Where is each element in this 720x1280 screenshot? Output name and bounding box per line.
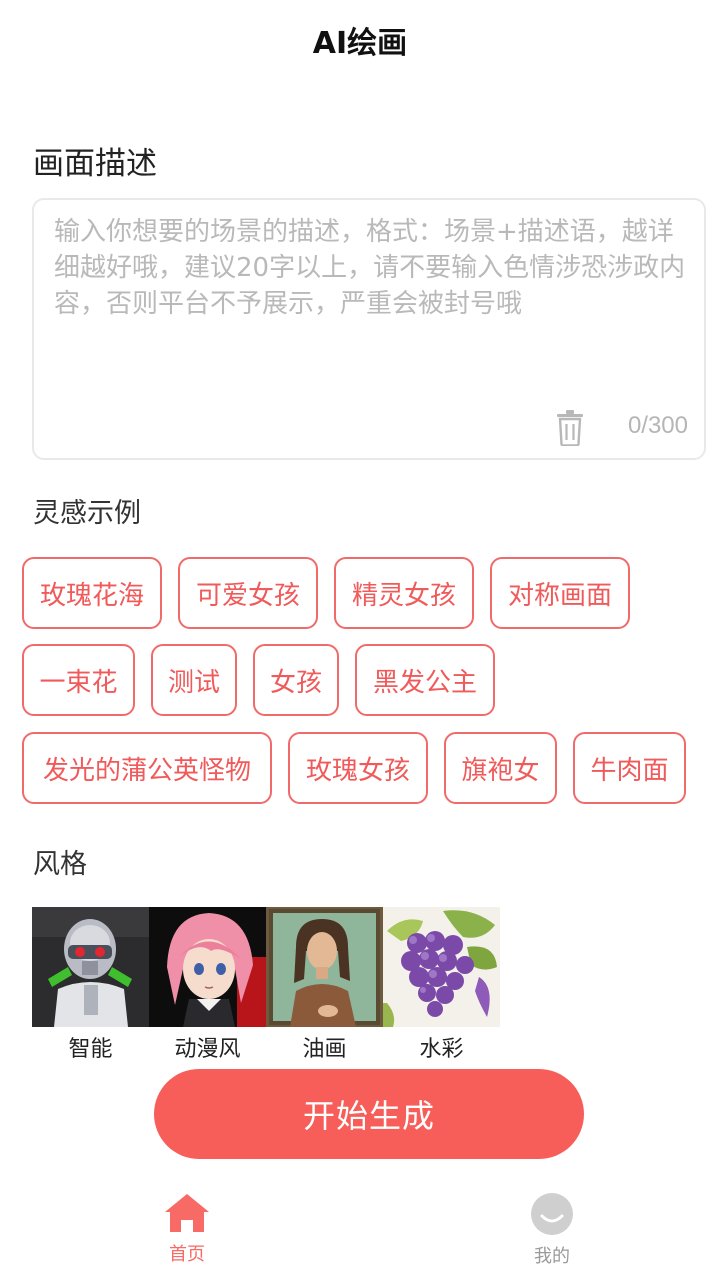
tag-elf-girl[interactable]: 精灵女孩 [334, 557, 474, 629]
tag-bouquet[interactable]: 一束花 [22, 644, 135, 716]
smiley-icon [531, 1193, 573, 1235]
tag-beef-noodles[interactable]: 牛肉面 [573, 732, 686, 804]
style-watercolor[interactable]: 水彩 [383, 907, 500, 1063]
app-header: AI绘画 [0, 0, 720, 80]
tag-glowing-dandelion[interactable]: 发光的蒲公英怪物 [22, 732, 272, 804]
trash-icon[interactable] [556, 410, 584, 446]
tag-black-hair-princess[interactable]: 黑发公主 [355, 644, 495, 716]
tab-mine-label: 我的 [534, 1246, 570, 1267]
home-icon [165, 1194, 209, 1232]
description-box: 0/300 [32, 198, 706, 460]
tag-row-3: 发光的蒲公英怪物 玫瑰女孩 旗袍女 牛肉面 [22, 732, 686, 804]
style-anime-image [149, 907, 266, 1027]
tag-rose-girl[interactable]: 玫瑰女孩 [288, 732, 428, 804]
tag-row-2: 一束花 测试 女孩 黑发公主 [22, 644, 495, 716]
tag-cute-girl[interactable]: 可爱女孩 [178, 557, 318, 629]
style-oil[interactable]: 油画 [266, 907, 383, 1063]
tag-row-1: 玫瑰花海 可爱女孩 精灵女孩 对称画面 [22, 557, 630, 629]
style-oil-label: 油画 [302, 1037, 347, 1062]
style-smart-image [32, 907, 149, 1027]
generate-button[interactable]: 开始生成 [154, 1069, 584, 1159]
tab-home-label: 首页 [169, 1244, 205, 1265]
style-smart[interactable]: 智能 [32, 907, 149, 1063]
description-section-title: 画面描述 [33, 146, 157, 182]
tab-home[interactable]: 首页 [127, 1192, 247, 1266]
tab-mine[interactable]: 我的 [492, 1192, 612, 1268]
style-list: 智能 动漫风 油画 水彩 [32, 907, 500, 1063]
style-smart-label: 智能 [68, 1037, 113, 1062]
tag-test[interactable]: 测试 [151, 644, 237, 716]
style-section-title: 风格 [33, 849, 87, 880]
tag-girl[interactable]: 女孩 [253, 644, 339, 716]
description-input[interactable] [54, 214, 690, 394]
inspiration-section-title: 灵感示例 [33, 498, 141, 529]
style-anime[interactable]: 动漫风 [149, 907, 266, 1063]
style-watercolor-label: 水彩 [419, 1037, 464, 1062]
style-watercolor-image [383, 907, 500, 1027]
char-counter: 0/300 [627, 412, 688, 439]
style-oil-image [266, 907, 383, 1027]
bottom-tab-bar: 首页 我的 [0, 1180, 720, 1280]
tag-symmetric[interactable]: 对称画面 [490, 557, 630, 629]
style-anime-label: 动漫风 [174, 1037, 241, 1062]
tag-rose-sea[interactable]: 玫瑰花海 [22, 557, 162, 629]
page-title: AI绘画 [312, 26, 408, 61]
tag-qipao[interactable]: 旗袍女 [444, 732, 557, 804]
